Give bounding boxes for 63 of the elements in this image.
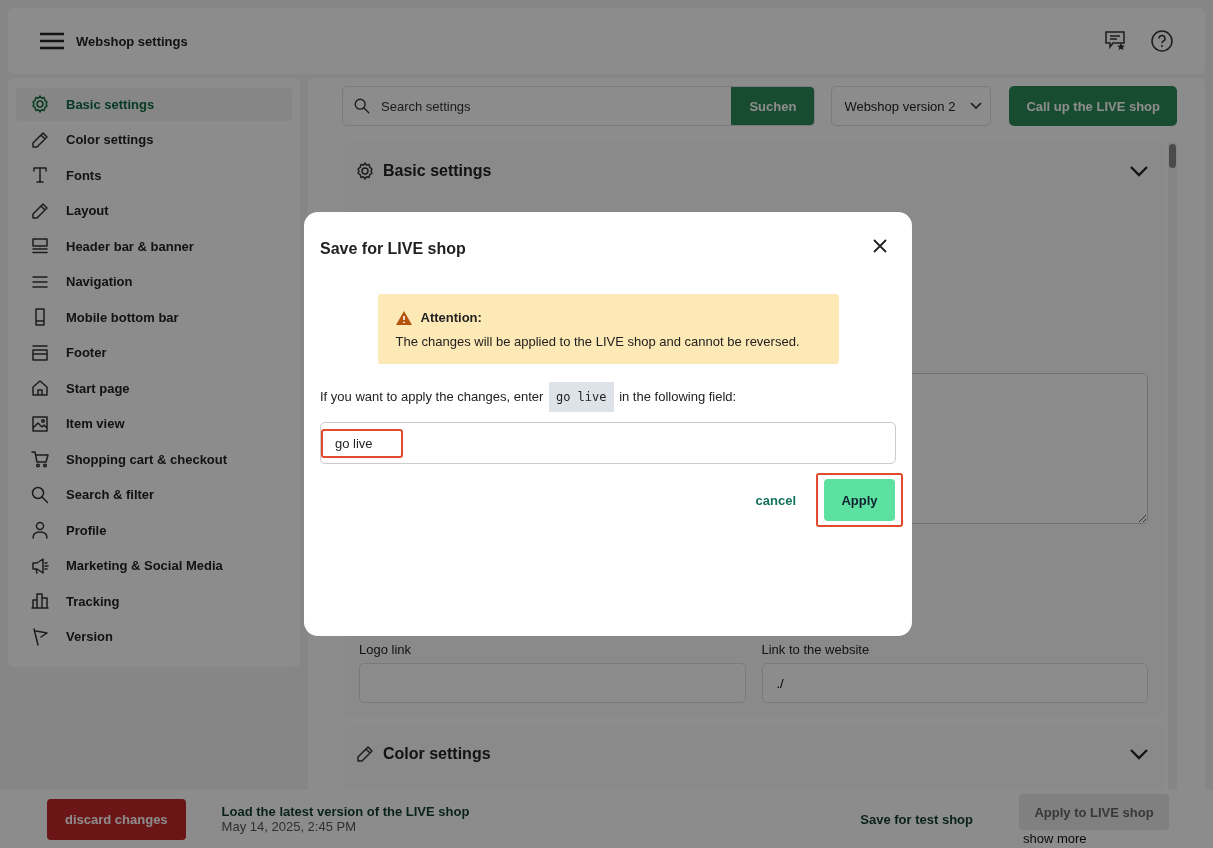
- sidebar-item[interactable]: Item view: [16, 407, 292, 440]
- instruction-text: If you want to apply the changes, enter go live in the following field:: [320, 382, 896, 412]
- cart-icon: [30, 449, 50, 470]
- sidebar-item[interactable]: Footer: [16, 336, 292, 369]
- megaphone-icon: [30, 555, 50, 576]
- review-star-icon[interactable]: [1105, 31, 1127, 51]
- menu-icon[interactable]: [40, 32, 64, 50]
- scrollbar-thumb[interactable]: [1169, 144, 1176, 168]
- user-icon: [30, 520, 50, 541]
- input-field[interactable]: ./: [761, 663, 1148, 703]
- sidebar-item[interactable]: Tracking: [16, 585, 292, 618]
- sidebar-item[interactable]: Marketing & Social Media: [16, 549, 292, 582]
- search-icon: [30, 484, 50, 505]
- cancel-link[interactable]: cancel: [755, 492, 796, 508]
- footer-icon: [30, 342, 50, 363]
- section-title: Color settings: [383, 745, 491, 763]
- alert-heading: Attention:: [420, 310, 482, 325]
- discard-button[interactable]: discard changes: [47, 798, 186, 840]
- alert-message: The changes will be applied to the LIVE shop and cannot be reversed.: [395, 334, 801, 349]
- sidebar-item[interactable]: Version: [16, 620, 292, 653]
- bar-chart-icon: [30, 591, 50, 612]
- chevron-down-icon[interactable]: [1130, 165, 1148, 177]
- version-dropdown[interactable]: Webshop version 2: [831, 86, 992, 126]
- gear-icon: [355, 161, 375, 181]
- pencil-icon: [30, 200, 50, 221]
- search-icon: [353, 97, 371, 115]
- save-test-button[interactable]: Save for test shop: [854, 810, 979, 828]
- sidebar-item[interactable]: Color settings: [16, 123, 292, 156]
- gear-icon: [30, 94, 50, 115]
- pipette-icon: [30, 129, 50, 150]
- field-label: Logo link: [359, 642, 412, 657]
- show-more-link[interactable]: show more: [1023, 831, 1087, 846]
- home-icon: [30, 378, 50, 399]
- date-text: May 14, 2025, 2:45 PM: [221, 819, 358, 834]
- sidebar-item[interactable]: Basic settings: [16, 88, 292, 121]
- chevron-down-icon: [970, 102, 983, 110]
- warning-icon: [395, 310, 412, 325]
- pipette-icon: [355, 744, 375, 764]
- sidebar-item[interactable]: Fonts: [16, 159, 292, 192]
- close-icon[interactable]: [872, 238, 888, 254]
- sidebar-item[interactable]: Profile: [16, 514, 292, 547]
- live-shop-button[interactable]: Call up the LIVE shop: [1009, 86, 1177, 126]
- confirmation-input[interactable]: go live: [320, 422, 896, 464]
- sidebar-item[interactable]: Shopping cart & checkout: [16, 443, 292, 476]
- image-icon: [30, 413, 50, 434]
- type-icon: [30, 165, 50, 186]
- sidebar-item[interactable]: Navigation: [16, 265, 292, 298]
- apply-button[interactable]: Apply: [824, 479, 895, 521]
- sidebar-item[interactable]: Mobile bottom bar: [16, 301, 292, 334]
- load-link[interactable]: Load the latest version of the LIVE shop: [221, 804, 470, 819]
- section-title: Basic settings: [383, 162, 492, 180]
- search-field[interactable]: Search settings Suchen: [342, 86, 816, 126]
- page-title: Webshop settings: [76, 33, 188, 49]
- field-label: Link to the website: [761, 642, 870, 657]
- dialog-title: Save for LIVE shop: [320, 240, 466, 258]
- help-icon[interactable]: [1151, 30, 1173, 52]
- search-button[interactable]: Suchen: [731, 87, 815, 125]
- sidebar-item[interactable]: Header bar & banner: [16, 230, 292, 263]
- sidebar-item[interactable]: Layout: [16, 194, 292, 227]
- flag-icon: [30, 626, 50, 647]
- chevron-down-icon[interactable]: [1130, 748, 1148, 760]
- sidebar-item[interactable]: Start page: [16, 372, 292, 405]
- sidebar-item[interactable]: Search & filter: [16, 478, 292, 511]
